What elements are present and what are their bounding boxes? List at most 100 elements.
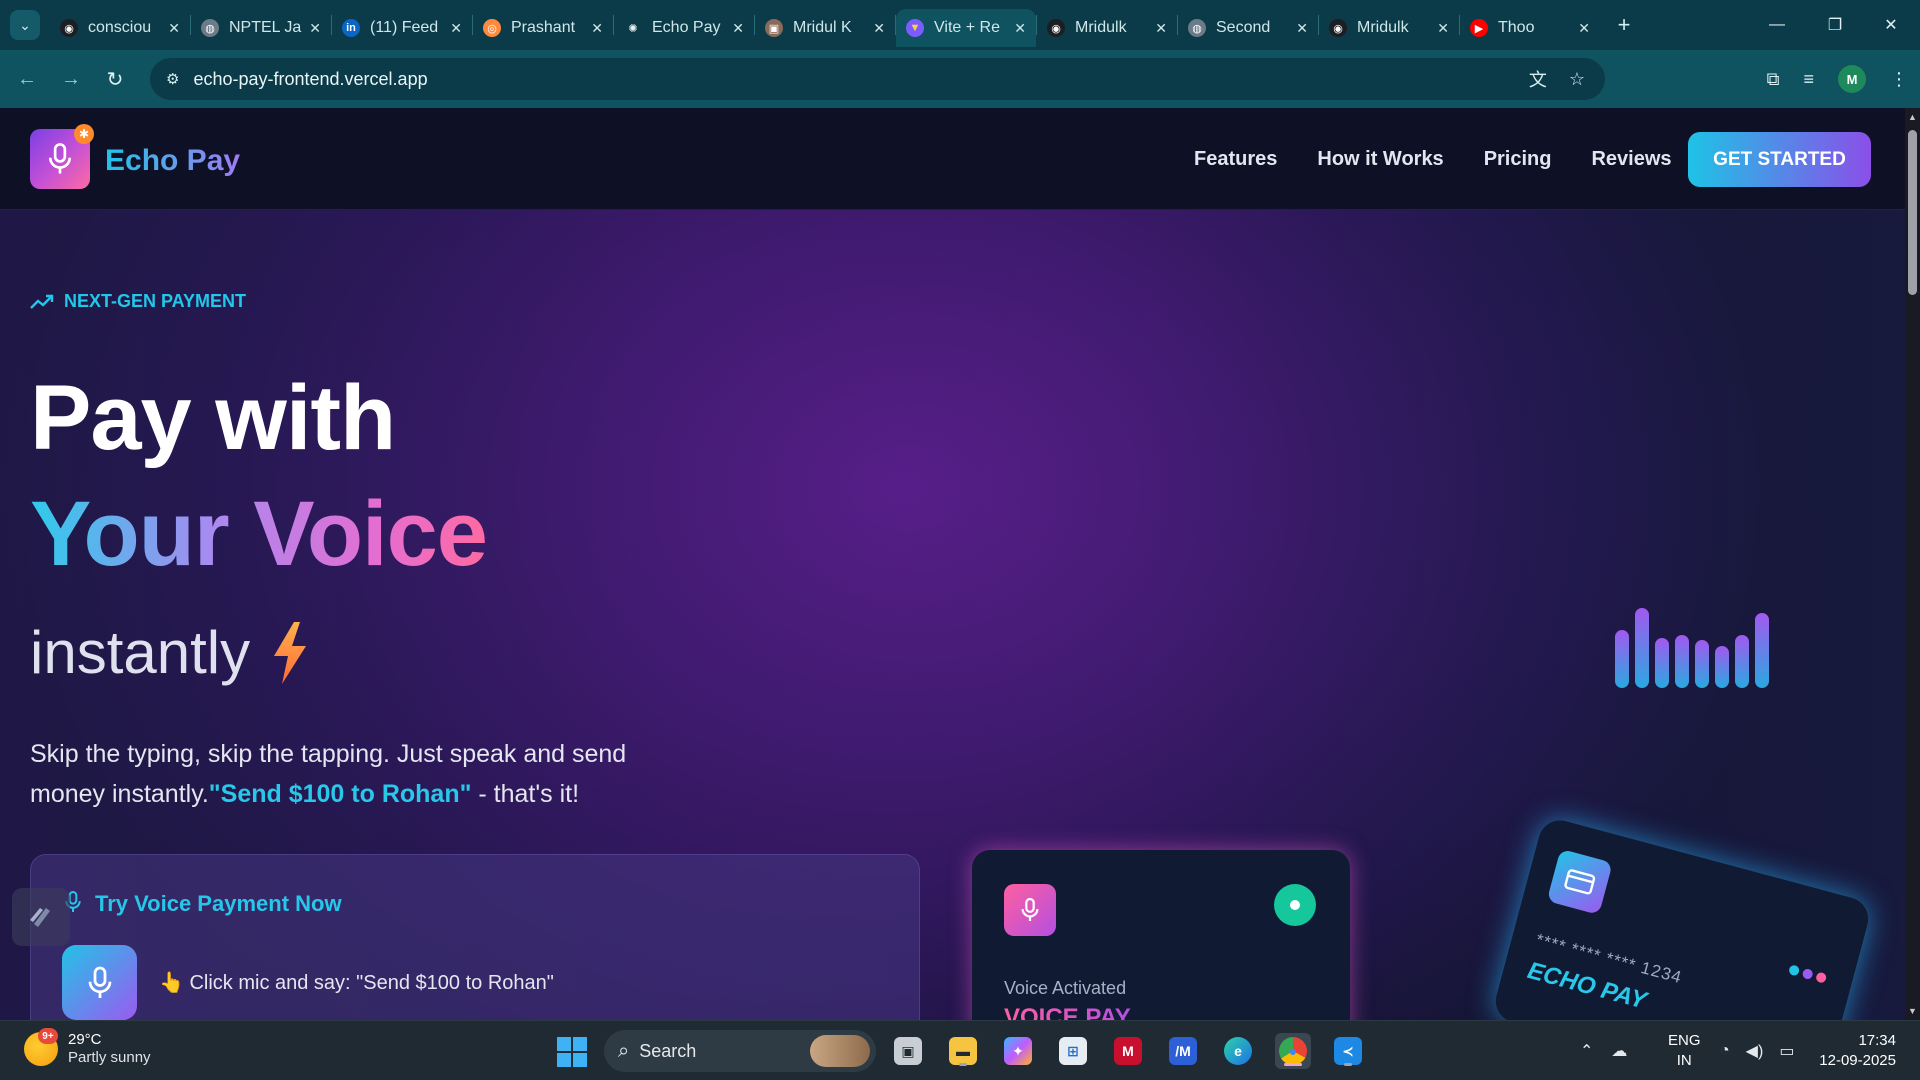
- windows-start-icon[interactable]: [557, 1037, 587, 1067]
- minimize-button[interactable]: —: [1748, 0, 1806, 50]
- close-tab-icon[interactable]: ✕: [168, 20, 180, 37]
- close-tab-icon[interactable]: ✕: [1296, 20, 1308, 37]
- translate-icon[interactable]: 文: [1529, 66, 1547, 92]
- openai-icon: ✺: [624, 19, 642, 37]
- forward-button[interactable]: →: [54, 62, 88, 96]
- globe-icon: ◍: [1188, 19, 1206, 37]
- onedrive-icon[interactable]: ☁: [1611, 1041, 1627, 1061]
- system-clock[interactable]: 17:34 12-09-2025: [1819, 1031, 1896, 1071]
- tab-search-button[interactable]: ⌄: [10, 10, 40, 40]
- nav-features[interactable]: Features: [1194, 148, 1277, 171]
- taskbar-app-microsoft-store[interactable]: ⊞: [1055, 1033, 1091, 1069]
- address-bar[interactable]: ⚙ echo-pay-frontend.vercel.app 文 ☆: [150, 58, 1605, 100]
- running-indicator: [959, 1063, 967, 1066]
- browser-menu-icon[interactable]: ⋮: [1890, 69, 1908, 90]
- quick-settings[interactable]: ◔ ◀) ▭: [1720, 1021, 1794, 1080]
- youtube-icon: ▶: [1470, 19, 1488, 37]
- taskbar-app-file-explorer[interactable]: ▬: [945, 1033, 981, 1069]
- sound-wave-bars: [1615, 608, 1775, 688]
- microsoft-store-icon: ⊞: [1059, 1037, 1087, 1065]
- browser-tab[interactable]: ✺ Echo Pay ✕: [614, 9, 754, 47]
- demo-mic-button[interactable]: [62, 945, 137, 1020]
- browser-tab-strip: ⌄ ◉ consciou ✕ ◍ NPTEL Ja ✕ in (11) Feed ✕ ◎ Prash…: [0, 0, 1920, 50]
- close-tab-icon[interactable]: ✕: [309, 20, 321, 37]
- github-icon: ◉: [1047, 19, 1065, 37]
- taskbar-app-edge[interactable]: e: [1220, 1033, 1256, 1069]
- nav-how-it-works[interactable]: How it Works: [1317, 148, 1443, 171]
- description-tail: - that's it!: [471, 780, 580, 808]
- temperature: 29°C: [68, 1031, 102, 1048]
- taskbar-app-vscode[interactable]: ≺: [1330, 1033, 1366, 1069]
- close-tab-icon[interactable]: ✕: [591, 20, 603, 37]
- sound-bar: [1675, 635, 1689, 688]
- card-dots: [1788, 964, 1828, 984]
- status-dot-icon: [1274, 884, 1316, 926]
- browser-tab[interactable]: ◍ Second ✕: [1178, 9, 1318, 47]
- weather-widget[interactable]: 9+ 29°C Partly sunny: [24, 1028, 151, 1067]
- media-controls-icon[interactable]: ≡: [1803, 69, 1814, 90]
- browser-tab[interactable]: ▼ Vite + Re ✕: [896, 9, 1036, 47]
- language-indicator[interactable]: ENG IN: [1668, 1031, 1701, 1071]
- site-settings-icon[interactable]: ⚙: [166, 70, 179, 88]
- browser-tab[interactable]: ◉ consciou ✕: [50, 9, 190, 47]
- wifi-icon: ◔: [1720, 1042, 1730, 1059]
- tab-title: Prashant: [511, 19, 576, 36]
- weather-condition: Partly sunny: [68, 1049, 151, 1066]
- extensions-icon[interactable]: ⧉: [1767, 69, 1780, 90]
- search-icon: ⌕: [618, 1039, 630, 1062]
- profile-avatar[interactable]: M: [1838, 65, 1866, 93]
- close-tab-icon[interactable]: ✕: [1014, 20, 1026, 37]
- close-tab-icon[interactable]: ✕: [732, 20, 744, 37]
- taskbar-app-chrome[interactable]: ●: [1275, 1033, 1311, 1069]
- nav-pricing[interactable]: Pricing: [1484, 148, 1552, 171]
- tab-title: Mridulk: [1357, 19, 1409, 36]
- taskbar-search[interactable]: ⌕ Search: [604, 1030, 876, 1072]
- close-window-button[interactable]: ✕: [1862, 0, 1920, 50]
- browser-tab[interactable]: ◍ NPTEL Ja ✕: [191, 9, 331, 47]
- close-tab-icon[interactable]: ✕: [1155, 20, 1167, 37]
- voice-card-title: VOICE PAY: [1004, 1004, 1131, 1020]
- taskbar-app-copilot[interactable]: ✦: [1000, 1033, 1036, 1069]
- site-navbar: ✱ Echo Pay Features How it Works Pricing…: [0, 108, 1905, 210]
- close-tab-icon[interactable]: ✕: [1578, 20, 1590, 37]
- taskbar-app-vmware[interactable]: /M: [1165, 1033, 1201, 1069]
- taskbar: 9+ 29°C Partly sunny ⌕ Search ▣ ▬ ✦ ⊞ M/M e ● ≺…: [0, 1020, 1920, 1080]
- close-tab-icon[interactable]: ✕: [450, 20, 462, 37]
- demo-hint: 👆 Click mic and say: "Send $100 to Rohan…: [159, 972, 554, 994]
- taskbar-app-task-view[interactable]: ▣: [890, 1033, 926, 1069]
- back-button[interactable]: ←: [10, 62, 44, 96]
- browser-tab[interactable]: in (11) Feed ✕: [332, 9, 472, 47]
- reload-button[interactable]: ↻: [98, 62, 132, 96]
- nav-links: Features How it Works Pricing Reviews: [1194, 148, 1672, 171]
- demo-title: Try Voice Payment Now: [95, 891, 342, 916]
- floating-tool-button[interactable]: [12, 888, 70, 946]
- browser-tab[interactable]: ▶ Thoo ✕: [1460, 9, 1600, 47]
- page-scrollbar[interactable]: ▲ ▼: [1905, 108, 1920, 1020]
- arrow-left-icon: ←: [17, 67, 37, 90]
- brand-name[interactable]: Echo Pay: [105, 144, 240, 178]
- browser-tab[interactable]: ◉ Mridulk ✕: [1319, 9, 1459, 47]
- show-hidden-icons-icon[interactable]: ⌃: [1580, 1041, 1593, 1061]
- scroll-up-icon[interactable]: ▲: [1905, 110, 1920, 124]
- browser-tab[interactable]: ▣ Mridul K ✕: [755, 9, 895, 47]
- new-tab-button[interactable]: +: [1608, 9, 1640, 41]
- voice-card-mic: [1004, 884, 1056, 936]
- reload-icon: ↻: [106, 68, 124, 91]
- nav-reviews[interactable]: Reviews: [1591, 148, 1671, 171]
- credit-card-icon: [1546, 848, 1613, 915]
- taskbar-app-mcafee[interactable]: M: [1110, 1033, 1146, 1069]
- headline-line-1: Pay with: [30, 367, 396, 469]
- get-started-button[interactable]: GET STARTED: [1688, 132, 1871, 187]
- restore-button[interactable]: ❐: [1806, 0, 1864, 50]
- bookmark-star-icon[interactable]: ☆: [1569, 69, 1585, 90]
- browser-tab[interactable]: ◎ Prashant ✕: [473, 9, 613, 47]
- scroll-thumb[interactable]: [1908, 130, 1917, 295]
- copilot-icon: ✦: [1004, 1037, 1032, 1065]
- speaker-icon: ◀): [1745, 1043, 1764, 1060]
- close-tab-icon[interactable]: ✕: [873, 20, 885, 37]
- taskbar-search-label: Search: [639, 1040, 697, 1061]
- close-tab-icon[interactable]: ✕: [1437, 20, 1449, 37]
- scroll-down-icon[interactable]: ▼: [1905, 1004, 1920, 1018]
- language-code: ENG: [1668, 1032, 1701, 1049]
- browser-tab[interactable]: ◉ Mridulk ✕: [1037, 9, 1177, 47]
